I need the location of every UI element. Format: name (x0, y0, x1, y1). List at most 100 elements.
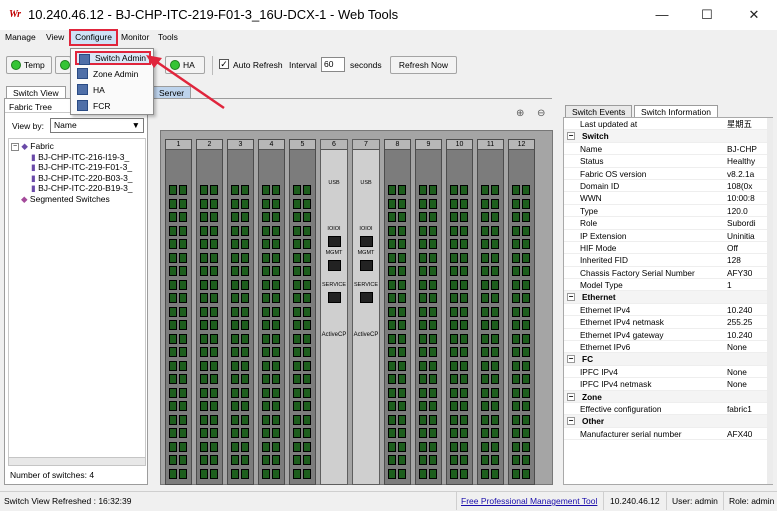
fc-port-icon (522, 333, 530, 344)
tree-node-segmented[interactable]: ◆ Segmented Switches (9, 194, 145, 205)
fc-port-icon (293, 306, 301, 317)
menu-manage[interactable]: Manage (5, 32, 36, 42)
fc-port-icon (481, 387, 489, 398)
fc-port-icon (303, 468, 311, 479)
collapse-icon[interactable]: − (567, 355, 575, 364)
fc-port-icon (210, 401, 218, 411)
fc-port-icon (512, 347, 520, 357)
fc-port-icon (481, 374, 489, 384)
fc-port-icon (231, 428, 239, 438)
maximize-button[interactable]: ☐ (689, 4, 725, 26)
divider (456, 492, 457, 510)
info-value: Subordi (727, 218, 756, 229)
port-blade[interactable]: 12 (508, 139, 535, 485)
port-blade[interactable]: 11 (477, 139, 504, 485)
fc-port-icon (491, 266, 499, 276)
fc-port-icon (169, 374, 177, 384)
fc-port-icon (303, 239, 311, 249)
collapse-icon[interactable]: − (567, 293, 575, 302)
fc-port-icon (210, 441, 218, 452)
port-blade[interactable]: 1 (165, 139, 192, 485)
fc-port-icon (450, 225, 458, 236)
fc-port-icon (200, 401, 208, 411)
free-tool-link[interactable]: Free Professional Management Tool (461, 496, 597, 506)
fc-port-icon (241, 212, 249, 222)
fc-port-icon (491, 333, 499, 344)
fc-port-icon (398, 320, 406, 330)
fc-port-icon (272, 374, 280, 384)
view-by-select[interactable]: Name ▼ (50, 118, 144, 133)
port-blade[interactable]: 3 (227, 139, 254, 485)
fc-port-icon (388, 293, 396, 303)
window-title: 10.240.46.12 - BJ-CHP-ITC-219-F01-3_16U-… (28, 7, 399, 22)
collapse-icon[interactable]: − (567, 392, 575, 401)
collapse-icon[interactable]: − (567, 132, 575, 141)
fc-port-icon (460, 428, 468, 438)
info-key: Chassis Factory Serial Number (580, 267, 695, 278)
info-value: AFX40 (727, 428, 753, 439)
interval-input[interactable]: 60 (321, 57, 345, 72)
refresh-now-button[interactable]: Refresh Now (390, 56, 457, 74)
minimize-button[interactable]: — (644, 4, 680, 26)
fc-port-icon (429, 374, 437, 384)
slot-number: 11 (478, 140, 503, 150)
fc-port-icon (491, 185, 499, 195)
slot-number: 10 (447, 140, 472, 150)
switch-icon: ▮ (31, 183, 36, 193)
fc-port-icon (241, 185, 249, 195)
info-section-header[interactable]: − Zone (564, 390, 772, 403)
temp-button[interactable]: Temp (6, 56, 52, 74)
port-blade[interactable]: 10 (446, 139, 473, 485)
fc-port-icon (169, 360, 177, 371)
vertical-scrollbar[interactable] (767, 118, 773, 484)
menu-configure[interactable]: Configure (69, 29, 118, 46)
cp-blade[interactable]: 7 USB IOIOI MGMT SERVICE ActiveCP (352, 139, 380, 485)
cp-blade[interactable]: 6 USB IOIOI MGMT SERVICE ActiveCP (320, 139, 348, 485)
fc-port-icon (200, 266, 208, 276)
tree-node-switch[interactable]: ▮ BJ-CHP-ITC-219-F01-3_ (9, 162, 145, 173)
fc-port-icon (179, 306, 187, 317)
fc-port-icon (419, 347, 427, 357)
port-blade[interactable]: 9 (415, 139, 442, 485)
info-key: Last updated at (580, 119, 638, 129)
tree-node-fabric[interactable]: − ◆ Fabric (9, 141, 145, 152)
fc-port-icon (231, 414, 239, 425)
info-section-header[interactable]: − FC (564, 353, 772, 366)
fc-port-icon (522, 360, 530, 371)
menu-view[interactable]: View (46, 32, 64, 42)
power-button[interactable] (55, 56, 71, 74)
horizontal-scrollbar[interactable] (8, 457, 146, 466)
info-section-header[interactable]: − Ethernet (564, 291, 772, 304)
zoom-out-icon[interactable]: ⊖ (537, 108, 545, 119)
info-section-header[interactable]: − Other (564, 415, 772, 428)
info-section-header[interactable]: − Switch (564, 130, 772, 143)
fc-port-icon (388, 333, 396, 344)
fc-port-icon (231, 266, 239, 276)
port-blade[interactable]: 4 (258, 139, 285, 485)
fc-port-icon (460, 252, 468, 263)
tree-node-switch[interactable]: ▮ BJ-CHP-ITC-220-B03-3_ (9, 173, 145, 184)
tree-node-switch[interactable]: ▮ BJ-CHP-ITC-220-B19-3_ (9, 183, 145, 194)
menu-tools[interactable]: Tools (158, 32, 178, 42)
fc-port-icon (262, 266, 270, 276)
tree-label: Fabric (30, 141, 54, 151)
info-key: Fabric OS version (580, 168, 647, 179)
info-row: Model Type 1 (564, 279, 772, 292)
menu-monitor[interactable]: Monitor (121, 32, 149, 42)
close-button[interactable]: ✕ (736, 4, 772, 26)
tree-node-switch[interactable]: ▮ BJ-CHP-ITC-216-I19-3_ (9, 152, 145, 163)
menu-item-label: Zone Admin (93, 69, 139, 79)
collapse-icon[interactable]: − (567, 417, 575, 426)
info-row: IPFC IPv4 netmask None (564, 378, 772, 391)
port-blade[interactable]: 8 (384, 139, 411, 485)
collapse-icon[interactable]: − (11, 142, 19, 151)
port-blade[interactable]: 2 (196, 139, 223, 485)
fc-port-icon (293, 455, 301, 465)
port-blade[interactable]: 5 (289, 139, 316, 485)
fc-port-icon (481, 455, 489, 465)
zoom-in-icon[interactable]: ⊕ (516, 108, 524, 119)
info-row: WWN 10:00:8 (564, 192, 772, 205)
info-key: Domain ID (580, 180, 620, 191)
fc-port-icon (241, 306, 249, 317)
fabric-tree: − ◆ Fabric ▮ BJ-CHP-ITC-216-I19-3_ ▮ BJ-… (8, 138, 146, 458)
